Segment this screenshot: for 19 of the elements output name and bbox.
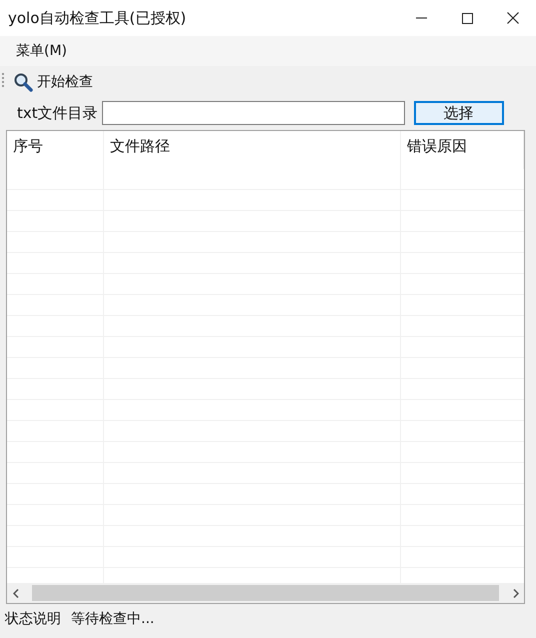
status-label: 状态说明 — [5, 610, 61, 628]
grip-icon[interactable] — [2, 72, 5, 88]
start-check-button[interactable]: 开始检查 — [11, 70, 95, 94]
column-header[interactable]: 文件路径 — [104, 131, 401, 169]
magnifier-icon — [13, 72, 33, 92]
minimize-icon[interactable] — [416, 17, 426, 19]
column-header[interactable]: 错误原因 — [401, 131, 524, 169]
close-icon[interactable] — [507, 12, 519, 24]
field-label: txt文件目录 — [17, 104, 98, 122]
status-message: 等待检查中... — [71, 610, 154, 628]
scrollbar-thumb[interactable] — [32, 585, 499, 601]
scroll-right-icon[interactable] — [512, 588, 518, 598]
directory-input[interactable] — [102, 101, 405, 125]
window-title: yolo自动检查工具(已授权) — [7, 8, 188, 28]
maximize-icon[interactable] — [462, 12, 472, 24]
scroll-left-icon[interactable] — [12, 588, 18, 598]
select-button[interactable]: 选择 — [414, 101, 504, 125]
menu-item[interactable]: 菜单(M) — [8, 39, 76, 63]
column-header[interactable]: 序号 — [7, 131, 104, 169]
